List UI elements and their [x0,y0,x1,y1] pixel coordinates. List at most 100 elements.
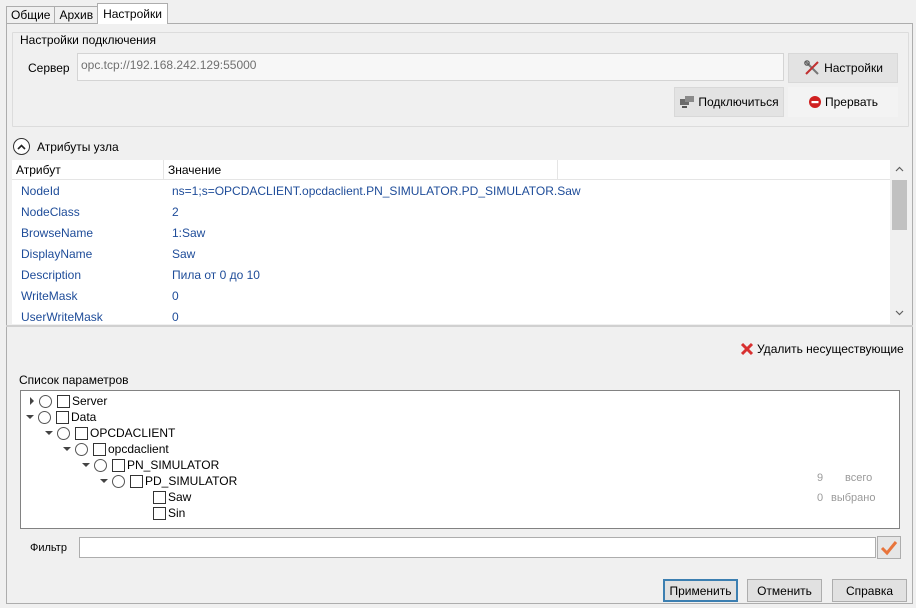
tab-strip: Общие Архив Настройки [6,3,168,24]
server-input[interactable]: opc.tcp://192.168.242.129:55000 [77,53,784,81]
collapse-attributes-button[interactable] [13,138,30,155]
column-header-value[interactable]: Значение [164,160,558,180]
row-value: Пила от 0 до 10 [172,268,260,282]
tab-general[interactable]: Общие [6,6,56,24]
row-attribute: DisplayName [21,247,93,261]
grid-scrollbar[interactable] [890,160,909,324]
parameters-tree[interactable]: Server Data OPCDACLIENT opcdaclient PN_S… [20,390,900,529]
collapse-arrow-icon[interactable] [45,431,53,435]
checkbox[interactable] [153,506,166,520]
collapse-arrow-icon[interactable] [26,415,34,419]
grid-header: Атрибут Значение [12,160,892,180]
checkbox[interactable] [56,410,69,424]
tab-settings[interactable]: Настройки [97,3,168,24]
collapse-arrow-icon[interactable] [100,479,108,483]
tree-node-label: opcdaclient [108,442,169,456]
row-attribute: Description [21,268,82,282]
tree-node-opcdaclient-root[interactable]: OPCDACLIENT [44,425,175,441]
cancel-button[interactable]: Отменить [747,579,822,602]
tree-node-sin[interactable]: Sin [153,505,185,521]
tab-archive[interactable]: Архив [54,6,99,24]
collapse-arrow-icon[interactable] [82,463,90,467]
disconnect-button[interactable]: Прервать [788,87,898,117]
disconnect-button-label: Прервать [824,95,879,109]
red-x-icon [740,342,754,356]
delete-nonexistent-label: Удалить несуществующие [757,342,904,356]
checkbox[interactable] [130,474,143,488]
scroll-down-arrow-icon[interactable] [895,310,904,316]
table-row[interactable]: Description Пила от 0 до 10 [12,265,892,286]
tree-node-label: Server [72,394,108,408]
tree-node-opcdaclient[interactable]: opcdaclient [62,441,169,457]
filter-input[interactable] [79,537,876,558]
radio-button[interactable] [94,458,107,472]
radio-button[interactable] [38,410,51,424]
tree-node-label: OPCDACLIENT [90,426,176,440]
table-row[interactable]: UserWriteMask 0 [12,307,892,324]
settings-button-label: Настройки [824,61,883,75]
connection-group-title: Настройки подключения [19,33,157,47]
tree-node-label: PN_SIMULATOR [127,458,220,472]
row-value: 0 [172,310,179,324]
table-row[interactable]: NodeClass 2 [12,202,892,223]
splitter[interactable] [6,325,913,327]
table-row[interactable]: BrowseName 1:Saw [12,223,892,244]
tree-node-saw[interactable]: Saw [153,489,191,505]
row-attribute: WriteMask [21,289,78,303]
tree-node-pn-simulator[interactable]: PN_SIMULATOR [81,457,219,473]
chevron-up-icon [17,143,26,150]
parameters-title: Список параметров [19,373,129,387]
delete-nonexistent-button[interactable]: Удалить несуществующие [739,339,904,359]
stop-icon [808,96,821,108]
row-attribute: NodeId [21,184,60,198]
checkbox[interactable] [57,394,70,408]
tree-node-label: Sin [168,506,186,520]
attributes-title: Атрибуты узла [37,140,119,154]
checkbox[interactable] [75,426,88,440]
radio-button[interactable] [57,426,70,440]
scrollbar-thumb[interactable] [892,180,907,230]
checkbox[interactable] [112,458,125,472]
row-value: 1:Saw [172,226,206,240]
collapse-arrow-icon[interactable] [63,447,71,451]
table-row[interactable]: DisplayName Saw [12,244,892,265]
radio-button[interactable] [75,442,88,456]
tree-node-label: Data [71,410,97,424]
tools-icon [804,60,819,75]
radio-button[interactable] [112,474,125,488]
total-count: 9 [817,472,824,484]
selected-label: выбрано [831,492,876,504]
connect-button-label: Подключиться [698,95,779,109]
row-value: Saw [172,247,196,261]
tree-node-server[interactable]: Server [27,393,107,409]
tree-node-data[interactable]: Data [25,409,96,425]
radio-button[interactable] [39,394,52,408]
row-value: 0 [172,289,179,303]
apply-filter-button[interactable] [877,536,901,559]
network-icon [680,96,695,108]
help-button[interactable]: Справка [832,579,907,602]
row-attribute: UserWriteMask [21,310,103,324]
apply-button[interactable]: Применить [663,579,738,602]
row-attribute: NodeClass [21,205,80,219]
checkbox[interactable] [153,490,166,504]
settings-button[interactable]: Настройки [788,53,898,83]
checkmark-icon [880,540,898,555]
attributes-grid[interactable]: Атрибут Значение NodeId ns=1;s=OPCDACLIE… [12,160,909,324]
selected-count: 0 [817,492,824,504]
tree-node-label: PD_SIMULATOR [145,474,238,488]
connect-button[interactable]: Подключиться [674,87,784,117]
column-header-attribute[interactable]: Атрибут [12,160,164,180]
scroll-up-arrow-icon[interactable] [895,166,904,172]
table-row[interactable]: WriteMask 0 [12,286,892,307]
server-label: Сервер [28,61,70,75]
filter-label: Фильтр [30,542,67,554]
expand-arrow-icon[interactable] [30,397,34,405]
checkbox[interactable] [93,442,106,456]
row-value: ns=1;s=OPCDACLIENT.opcdaclient.PN_SIMULA… [172,184,581,198]
tree-node-pd-simulator[interactable]: PD_SIMULATOR [99,473,237,489]
row-value: 2 [172,205,179,219]
table-row[interactable]: NodeId ns=1;s=OPCDACLIENT.opcdaclient.PN… [12,181,892,202]
total-label: всего [845,472,873,484]
tree-node-label: Saw [168,490,192,504]
